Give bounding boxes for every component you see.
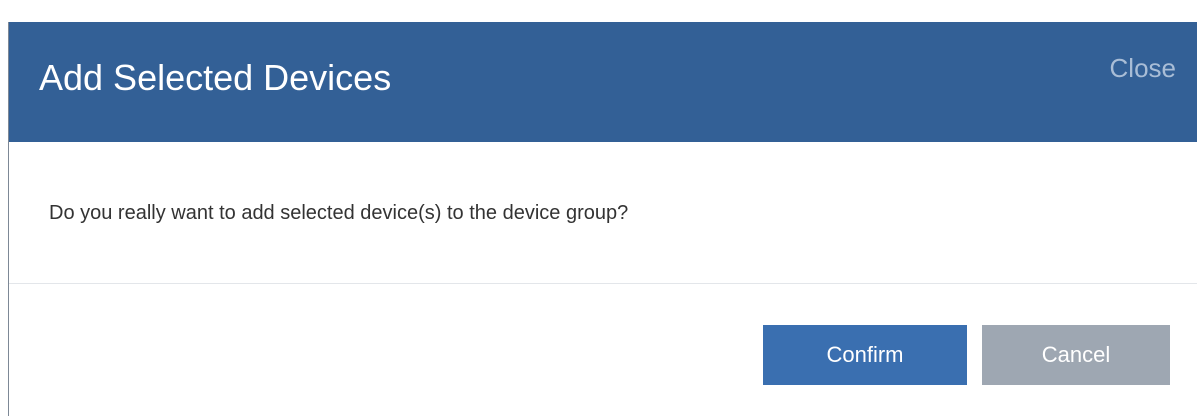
dialog-title: Add Selected Devices: [39, 57, 392, 98]
confirm-button[interactable]: Confirm: [763, 325, 967, 385]
page: Add Selected Devices Close Do you really…: [0, 0, 1197, 416]
cancel-button[interactable]: Cancel: [982, 325, 1170, 385]
confirmation-message: Do you really want to add selected devic…: [49, 202, 629, 224]
add-selected-devices-dialog: Add Selected Devices Close Do you really…: [8, 22, 1197, 416]
close-link[interactable]: Close: [1110, 52, 1176, 84]
dialog-footer: Confirm Cancel: [9, 284, 1197, 416]
dialog-header: Add Selected Devices Close: [9, 22, 1197, 142]
dialog-body: Do you really want to add selected devic…: [9, 142, 1197, 284]
